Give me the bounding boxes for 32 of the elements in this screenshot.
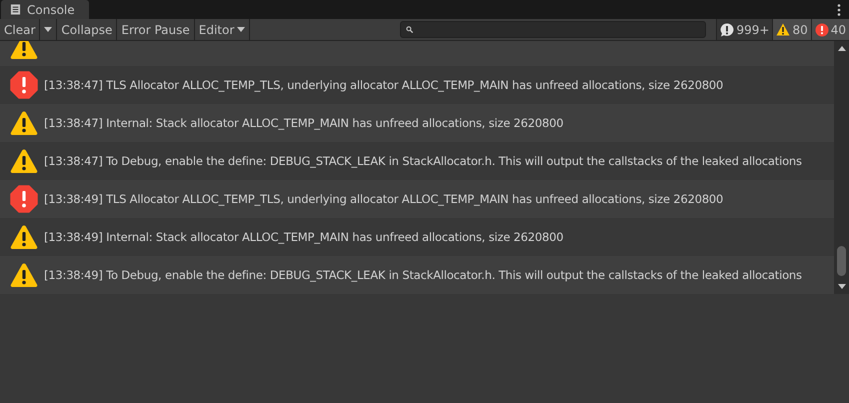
scroll-down-arrow-icon xyxy=(838,284,846,289)
log-entry[interactable]: [13:38:47] Internal: Stack allocator ALLOC_TEMP_MAIN has unfreed allocations, size 2620800 xyxy=(0,104,834,142)
document-icon xyxy=(10,4,21,15)
search-icon xyxy=(406,26,414,33)
warning-filter-button[interactable]: 80 xyxy=(772,19,811,40)
warning-icon xyxy=(10,262,38,288)
scroll-thumb[interactable] xyxy=(837,246,846,276)
log-message: [13:38:49] Internal: Stack allocator ALLOC_TEMP_MAIN has unfreed allocations, size 2620800 xyxy=(44,230,564,244)
warning-icon xyxy=(10,224,38,250)
error-icon xyxy=(10,71,38,99)
log-message: [13:38:49] To Debug, enable the define: DEBUG_STACK_LEAK in StackAllocator.h. This will output the callstacks of the leaked allocations xyxy=(44,268,802,282)
more-options-icon[interactable] xyxy=(837,4,841,16)
log-message: [13:38:47] TLS Allocator ALLOC_TEMP_TLS, underlying allocator ALLOC_TEMP_MAIN has unfreed allocations, size 2620800 xyxy=(44,78,724,92)
info-bubble-icon xyxy=(720,22,734,36)
log-message: [13:38:49] TLS Allocator ALLOC_TEMP_TLS, underlying allocator ALLOC_TEMP_MAIN has unfreed allocations, size 2620800 xyxy=(44,192,724,206)
error-icon xyxy=(814,22,829,36)
warning-icon xyxy=(10,148,38,174)
search-field[interactable] xyxy=(400,21,706,38)
caret-icon xyxy=(44,27,52,32)
log-message: [13:38:47] Internal: Stack allocator ALLOC_TEMP_MAIN has unfreed allocations, size 2620800 xyxy=(44,116,564,130)
warning-icon xyxy=(10,110,38,136)
console-tab[interactable]: Console xyxy=(1,0,89,19)
log-entry[interactable]: [13:38:49] To Debug, enable the define: DEBUG_STACK_LEAK in StackAllocator.h. This will output the callstacks of the leaked allocations xyxy=(0,256,834,294)
log-filter-button[interactable]: 999+ xyxy=(716,19,772,40)
scrollbar[interactable] xyxy=(834,41,849,294)
log-message: [13:38:47] To Debug, enable the define: DEBUG_STACK_LEAK in StackAllocator.h. This will output the callstacks of the leaked allocations xyxy=(44,154,802,168)
caret-icon xyxy=(237,27,246,32)
scroll-up-arrow-icon xyxy=(838,46,846,51)
error-icon xyxy=(10,185,38,213)
error-filter-button[interactable]: 40 xyxy=(810,19,849,40)
log-entry[interactable]: [13:38:49] TLS Allocator ALLOC_TEMP_TLS, underlying allocator ALLOC_TEMP_MAIN has unfreed allocations, size 2620800 xyxy=(0,180,834,218)
warning-icon xyxy=(776,23,790,36)
